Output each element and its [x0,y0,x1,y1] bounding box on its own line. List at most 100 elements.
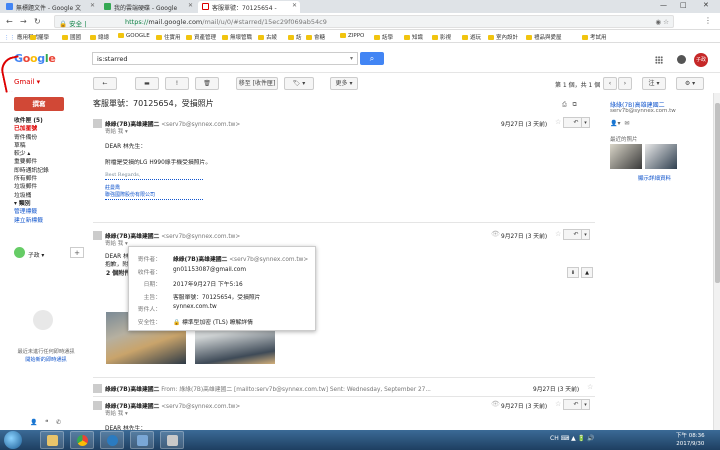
account-avatar[interactable]: 子政 [694,53,708,67]
sidebar-item[interactable]: 寄件備份 [14,132,84,141]
save-to-drive-icon[interactable]: ▲ [581,267,593,278]
print-icon[interactable]: ⎙ [562,101,567,108]
close-tab-icon[interactable]: ✕ [90,2,95,9]
next-button[interactable]: › [618,77,632,90]
more-options-button[interactable]: ▾ [581,229,590,240]
bookmark-item[interactable]: 無壞管職 [222,33,252,41]
taskbar-explorer[interactable] [40,431,64,449]
sidebar-item[interactable]: 即時通訊記錄 [14,165,84,174]
show-details-link[interactable]: 顯示詳細資料 [638,174,671,182]
google-logo[interactable]: Google [14,52,56,65]
forward-icon[interactable]: → [20,17,27,26]
search-input[interactable]: is:starred ▾ [92,52,358,65]
sidebar-item[interactable]: 重要郵件 [14,156,84,165]
recipients-toggle[interactable]: 寄給 我 ▾ [105,239,128,247]
close-window-button[interactable]: ✕ [703,1,709,9]
star-icon[interactable]: ☆ [555,230,561,238]
download-all-icon[interactable]: ⬇ [567,267,579,278]
new-window-icon[interactable]: ⧉ [573,101,577,108]
more-options-button[interactable]: ▾ [581,117,590,128]
bookmark-item[interactable]: 話學 [374,33,393,41]
scrollbar-thumb[interactable] [715,103,720,283]
star-icon[interactable]: ☆ [555,400,561,408]
start-chat-link[interactable]: 開始新的即時通訊 [8,356,84,364]
sidebar-item[interactable]: 收件匣 (5) [14,115,84,124]
start-button[interactable] [4,431,22,449]
recent-photo[interactable] [645,144,677,169]
taskbar-app[interactable] [130,431,154,449]
move-to-inbox-button[interactable]: 移至 [收件匣] [236,77,278,90]
bookmark-item[interactable]: 遊玩 [462,33,481,41]
secure-indicator[interactable]: 🔒 安全 | [59,18,86,28]
archive-button[interactable]: ▬ [135,77,159,90]
chat-user[interactable]: 子政 ▾ + [14,247,86,259]
sidebar-item[interactable]: ▾ 類別 [14,198,84,207]
reload-icon[interactable]: ↻ [34,17,41,26]
recent-photo[interactable] [610,144,642,169]
bookmark-item[interactable]: 影視 [432,33,451,41]
bookmark-item[interactable]: 禮品與愛屋 [526,33,562,41]
hangouts-icon[interactable]: ❝ [45,419,48,426]
phone-icon[interactable]: ✆ [56,419,61,426]
report-spam-button[interactable]: ! [165,77,189,90]
taskbar-app[interactable] [100,431,124,449]
browser-tab-drive[interactable]: 我的雲端硬碟 - Google ✕ [100,1,196,13]
contacts-icon[interactable]: 👤 [30,419,37,426]
bookmark-item[interactable]: 國國 [62,33,81,41]
sidebar-item[interactable]: 所有郵件 [14,173,84,182]
email-contact-icon[interactable]: ✉ [624,120,629,127]
sidebar-item[interactable]: 管理標籤 [14,206,84,215]
minimize-button[interactable]: — [660,1,667,9]
bookmark-item[interactable]: 會糖 [306,33,325,41]
compose-button[interactable]: 撰寫 [14,97,64,111]
new-chat-button[interactable]: + [70,247,84,258]
input-tools-button[interactable]: 注 ▾ [642,77,666,90]
bookmark-item[interactable]: 知識 [404,33,423,41]
apps-grid-icon[interactable] [655,56,663,64]
sidebar-item[interactable]: 已加星號 [14,123,84,132]
close-tab-icon[interactable]: ✕ [292,2,297,9]
bookmark-item[interactable]: 總總 [90,33,109,41]
star-icon[interactable]: ☆ [555,118,561,126]
recipients-toggle[interactable]: 寄給 我 ▾ [105,127,128,135]
system-tray[interactable]: CH ⌨ ▲ 🔋 🔊 [550,435,595,442]
add-contact-icon[interactable]: 👤▾ [610,120,620,127]
bookmark-item[interactable]: 資產管理 [186,33,216,41]
delete-button[interactable]: 🗑 [195,77,219,90]
sidebar-item[interactable]: 建立新標籤 [14,215,84,224]
back-to-list-button[interactable]: ← [93,77,117,90]
sidebar-item[interactable]: 草稿 [14,140,84,149]
browser-menu-icon[interactable]: ⋮ [704,16,712,25]
more-options-button[interactable]: ▾ [581,399,590,410]
more-button[interactable]: 更多 ▾ [330,77,358,90]
clock[interactable]: 下午 08:36 2017/9/30 [676,432,705,448]
scrollbar[interactable] [713,93,720,430]
back-icon[interactable]: ← [6,17,13,26]
close-tab-icon[interactable]: ✕ [188,2,193,9]
url-field[interactable]: 🔒 安全 | https://mail.google.com/mail/u/0/… [54,15,674,28]
sidebar-item[interactable]: 較少 ▴ [14,148,84,157]
collapsed-message[interactable]: 綠綠(7B)高雄建國二 From: 綠綠(7B)高雄建國二 [mailto:se… [93,383,595,395]
gmail-product-menu[interactable]: Gmail ▾ [14,78,40,86]
sidebar-item[interactable]: 垃圾郵件 [14,181,84,190]
search-button[interactable]: ⌕ [360,52,384,65]
star-icon[interactable]: ☆ [587,383,593,391]
maximize-button[interactable]: □ [680,1,687,9]
notifications-icon[interactable] [677,55,686,64]
bookmark-item[interactable]: 住實用 [156,33,181,41]
labels-button[interactable]: 🏷 ▾ [284,77,314,90]
browser-tab-gmail[interactable]: 客服單號：70125654 - ✕ [198,1,300,13]
bookmark-item[interactable]: 權學 [30,33,49,41]
search-options-icon[interactable]: ▾ [350,55,353,62]
prev-button[interactable]: ‹ [603,77,617,90]
sidebar-item[interactable]: 垃圾桶 [14,190,84,199]
bookmark-item[interactable]: 古綾 [258,33,277,41]
taskbar-app[interactable] [160,431,184,449]
bookmark-star-icon[interactable]: ◉ ☆ [655,18,669,26]
bookmark-item[interactable]: GOOGLE [118,33,150,39]
recipients-toggle[interactable]: 寄給 我 ▾ [105,409,128,417]
bookmark-item[interactable]: ZIPPO [340,33,364,39]
taskbar-chrome[interactable] [70,431,94,449]
chat-avatar[interactable] [14,247,25,258]
bookmark-item[interactable]: 考試用 [582,33,607,41]
